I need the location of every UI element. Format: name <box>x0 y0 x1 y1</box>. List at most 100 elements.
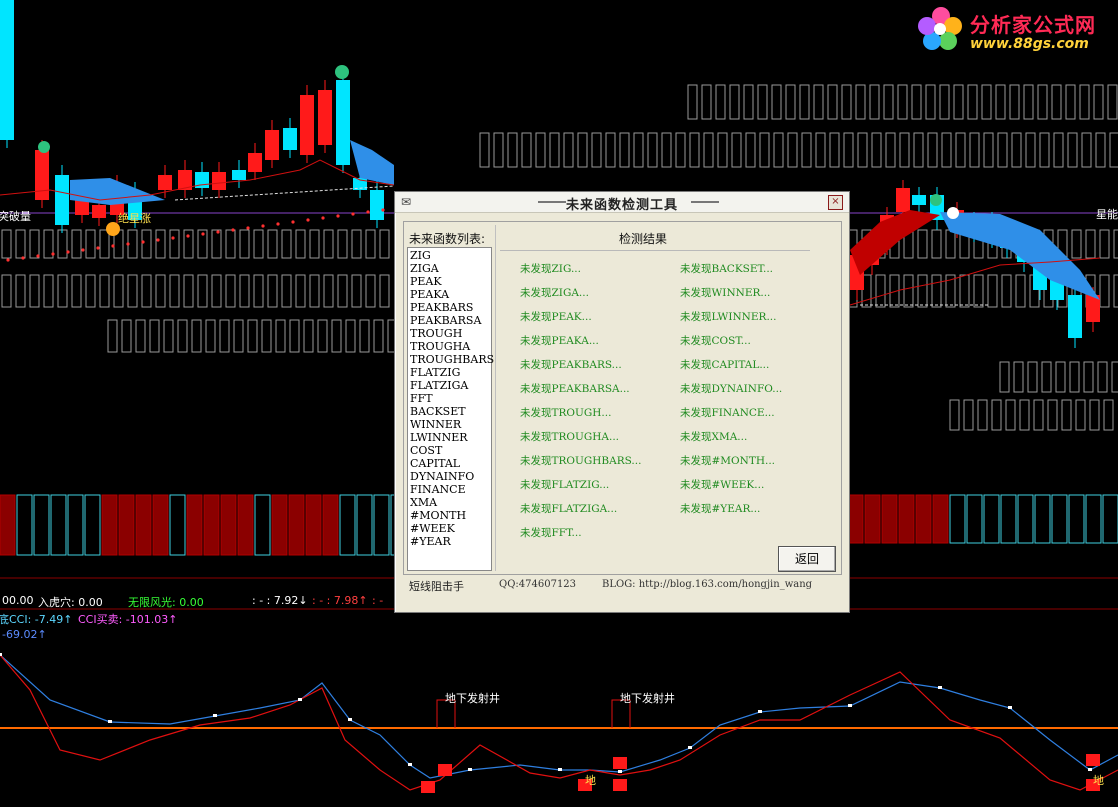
volume-outline-bar <box>247 319 258 353</box>
volume-outline-bar <box>1001 274 1012 308</box>
panel-divider <box>495 225 496 571</box>
footer-author: 短线阻击手 <box>409 580 464 593</box>
function-list-item[interactable]: #WEEK <box>410 522 491 535</box>
close-icon[interactable]: × <box>828 195 843 210</box>
function-list-item[interactable]: ZIG <box>410 249 491 262</box>
signal-bar <box>254 494 271 556</box>
volume-outline-bar <box>801 132 812 168</box>
function-list-item[interactable]: BACKSET <box>410 405 491 418</box>
volume-outline-bar <box>1005 399 1016 431</box>
volume-outline-bar <box>85 229 96 259</box>
volume-outline-bar <box>211 229 222 259</box>
function-list-item[interactable]: #YEAR <box>410 535 491 548</box>
signal-bar <box>50 494 67 556</box>
volume-outline-bar <box>1033 399 1044 431</box>
volume-outline-bar <box>1109 132 1118 168</box>
function-list-item[interactable]: FINANCE <box>410 483 491 496</box>
footer-qq: QQ:474607123 <box>499 579 577 590</box>
candle-body <box>158 175 172 190</box>
function-list-item[interactable]: #MONTH <box>410 509 491 522</box>
volume-outline-bar <box>977 399 988 431</box>
function-list-item[interactable]: FLATZIGA <box>410 379 491 392</box>
signal-bar <box>288 494 305 556</box>
cci-marker <box>1008 706 1012 709</box>
signal-bar <box>101 494 118 556</box>
function-list-item[interactable]: TROUGH <box>410 327 491 340</box>
volume-outline-bar <box>973 274 984 308</box>
volume-outline-bar <box>703 132 714 168</box>
function-list-item[interactable]: CAPITAL <box>410 457 491 470</box>
volume-outline-bar <box>913 132 924 168</box>
volume-outline-bar <box>829 132 840 168</box>
function-list-item[interactable]: FLATZIG <box>410 366 491 379</box>
result-item: 未发现FINANCE... <box>680 407 775 419</box>
function-list-item[interactable]: PEAKA <box>410 288 491 301</box>
rocket-icon <box>38 141 50 153</box>
function-list-item[interactable]: LWINNER <box>410 431 491 444</box>
cci-marker <box>408 763 412 766</box>
function-list-item[interactable]: TROUGHA <box>410 340 491 353</box>
volume-outline-bar <box>1011 132 1022 168</box>
volume-outline-bar <box>1079 84 1090 120</box>
volume-outline-bar <box>563 132 574 168</box>
volume-outline-bar <box>931 229 942 259</box>
volume-outline-bar <box>991 399 1002 431</box>
cci-marker <box>348 718 352 721</box>
signal-bar <box>1068 494 1085 544</box>
volume-outline-bar <box>15 274 26 308</box>
volume-outline-bar <box>365 229 376 259</box>
volume-outline-bar <box>1107 84 1118 120</box>
signal-bar <box>237 494 254 556</box>
volume-outline-bar <box>127 274 138 308</box>
function-list-item[interactable]: ZIGA <box>410 262 491 275</box>
signal-bar <box>33 494 50 556</box>
volume-outline-bar <box>99 274 110 308</box>
volume-outline-bar <box>267 274 278 308</box>
volume-outline-bar <box>983 132 994 168</box>
function-list-item[interactable]: TROUGHBARS <box>410 353 494 366</box>
volume-outline-bar <box>1061 399 1072 431</box>
back-button[interactable]: 返回 <box>778 546 836 572</box>
star-label: 星能 <box>1096 208 1118 221</box>
function-list-item[interactable]: XMA <box>410 496 491 509</box>
volume-outline-bar <box>633 132 644 168</box>
volume-outline-bar <box>1085 229 1096 259</box>
cci-marker <box>848 704 852 707</box>
support-dot <box>111 244 115 248</box>
result-item: 未发现LWINNER... <box>680 311 777 323</box>
signal-bar <box>966 494 983 544</box>
volume-outline-bar <box>57 274 68 308</box>
function-list-item[interactable]: FFT <box>410 392 491 405</box>
result-item: 未发现COST... <box>680 335 751 347</box>
signal-square <box>438 764 452 776</box>
signal-bar <box>1051 494 1068 544</box>
volume-outline-bar <box>379 274 390 308</box>
cci-marker <box>213 714 217 717</box>
marker-dot <box>947 207 959 219</box>
function-list-item[interactable]: PEAK <box>410 275 491 288</box>
signal-bar <box>339 494 356 556</box>
volume-outline-bar <box>1081 132 1092 168</box>
candle-body <box>0 0 14 140</box>
volume-outline-bar <box>773 132 784 168</box>
support-dot <box>261 224 265 228</box>
volume-outline-bar <box>885 132 896 168</box>
volume-outline-bar <box>869 84 880 120</box>
function-list-item[interactable]: COST <box>410 444 491 457</box>
watermark-logo: 分析家公式网 www.88gs.com <box>915 4 1110 54</box>
support-dot <box>366 210 370 214</box>
volume-outline-bar <box>225 274 236 308</box>
signal-bar <box>1000 494 1017 544</box>
title-decoration-right <box>691 201 719 203</box>
function-list-item[interactable]: PEAKBARSA <box>410 314 491 327</box>
cci-marker <box>468 768 472 771</box>
function-list-item[interactable]: WINNER <box>410 418 491 431</box>
signal-bar <box>1085 494 1102 544</box>
volume-outline-bar <box>275 319 286 353</box>
function-list-item[interactable]: DYNAINFO <box>410 470 491 483</box>
function-list-item[interactable]: PEAKBARS <box>410 301 491 314</box>
volume-outline-bar <box>899 132 910 168</box>
function-listbox[interactable]: ZIG ZIGA PEAK PEAKA PEAKBARS PEAKBARSA TROUGH T… <box>407 247 494 571</box>
dialog-titlebar[interactable]: ✉ 未来函数检测工具 × <box>395 192 849 213</box>
signal-bar <box>84 494 101 556</box>
